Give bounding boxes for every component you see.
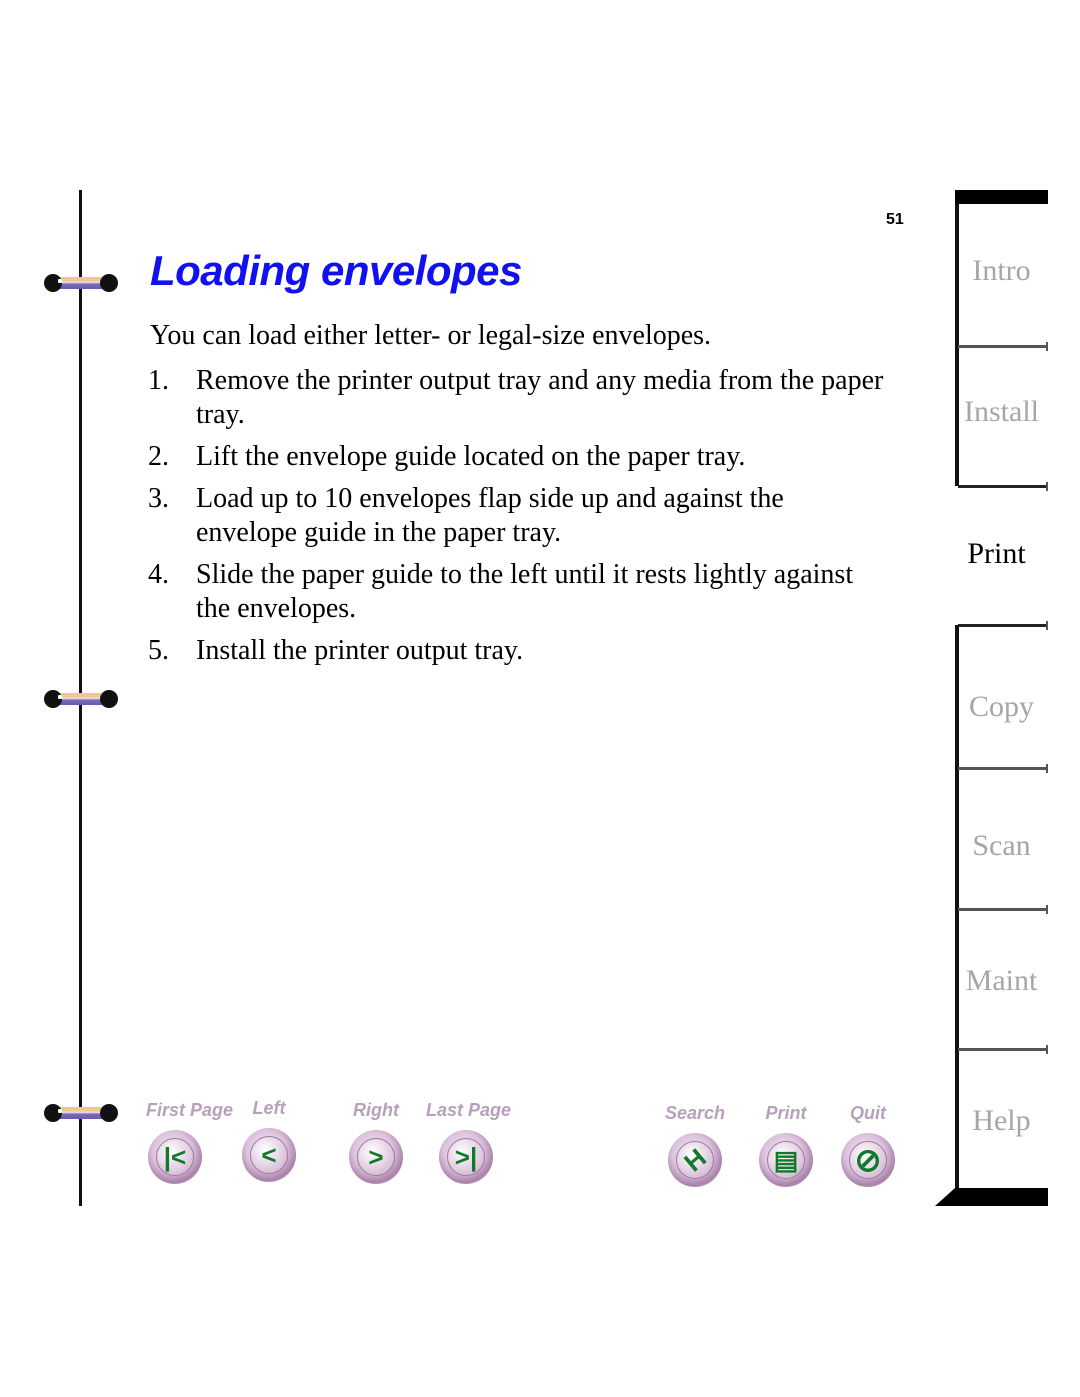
- step-item: 5. Install the printer output tray.: [148, 634, 888, 668]
- quit-button[interactable]: Quit ⊘: [828, 1103, 908, 1193]
- step-number: 4.: [148, 559, 169, 590]
- step-text: Install the printer output tray.: [196, 635, 524, 666]
- left-button[interactable]: Left <: [229, 1098, 309, 1188]
- binder-ring-bottom: [44, 1104, 118, 1122]
- steps-list: 1. Remove the printer output tray and any…: [148, 364, 888, 676]
- page-number: 51: [886, 211, 904, 228]
- search-label: Search: [664, 1103, 726, 1123]
- step-text: Slide the paper guide to the left until …: [196, 559, 854, 624]
- step-text: Lift the envelope guide located on the p…: [196, 441, 746, 472]
- step-text: Load up to 10 envelopes flap side up and…: [196, 483, 784, 548]
- tab-intro[interactable]: Intro: [955, 254, 1048, 288]
- step-item: 3. Load up to 10 envelopes flap side up a…: [148, 482, 888, 550]
- step-item: 2. Lift the envelope guide located on the…: [148, 440, 888, 474]
- tab-help[interactable]: Help: [955, 1104, 1048, 1138]
- print-button[interactable]: Print ▤: [746, 1103, 826, 1193]
- search-button[interactable]: Search H: [655, 1103, 735, 1193]
- arrow-right-icon: >: [368, 1141, 384, 1172]
- last-page-label: Last Page: [426, 1100, 512, 1120]
- right-label: Right: [353, 1100, 399, 1120]
- step-item: 4. Slide the paper guide to the left unti…: [148, 558, 888, 626]
- intro-text: You can load either letter- or legal-siz…: [150, 320, 712, 351]
- tab-rail: [955, 190, 959, 486]
- step-text: Remove the printer output tray and any m…: [196, 365, 884, 430]
- tab-divider: [958, 905, 1048, 914]
- right-button[interactable]: Right >: [336, 1100, 416, 1190]
- tab-divider: [958, 764, 1048, 773]
- arrow-left-icon: <: [261, 1139, 277, 1170]
- binoculars-icon: H: [677, 1142, 712, 1178]
- binder-ring-top: [44, 274, 118, 292]
- step-number: 3.: [148, 483, 169, 514]
- tab-copy[interactable]: Copy: [955, 690, 1048, 724]
- page-title: Loading envelopes: [150, 247, 522, 294]
- tab-divider: [958, 1045, 1048, 1054]
- last-page-icon: >|: [454, 1141, 478, 1172]
- document-icon: ▤: [773, 1144, 799, 1175]
- print-label: Print: [765, 1103, 807, 1123]
- tab-scan[interactable]: Scan: [955, 829, 1048, 863]
- quit-label: Quit: [850, 1103, 886, 1123]
- step-number: 1.: [148, 365, 169, 396]
- tab-maint[interactable]: Maint: [955, 964, 1048, 998]
- binder-ring-middle: [44, 690, 118, 708]
- step-item: 1. Remove the printer output tray and any…: [148, 364, 888, 432]
- tab-divider: [958, 342, 1048, 351]
- step-number: 2.: [148, 441, 169, 472]
- tab-install[interactable]: Install: [955, 395, 1048, 429]
- prohibited-icon: ⊘: [854, 1142, 882, 1178]
- step-number: 5.: [148, 635, 169, 666]
- first-page-label: First Page: [146, 1100, 234, 1120]
- tab-print[interactable]: Print: [950, 537, 1043, 571]
- last-page-button[interactable]: Last Page >|: [426, 1100, 512, 1190]
- first-page-icon: |<: [163, 1141, 187, 1172]
- first-page-button[interactable]: First Page |<: [146, 1100, 234, 1190]
- tab-divider: [958, 621, 1048, 630]
- tab-divider: [958, 482, 1048, 491]
- left-label: Left: [252, 1098, 286, 1118]
- tab-strip-top: [955, 190, 1048, 204]
- tab-strip-bottom: [935, 1188, 1048, 1206]
